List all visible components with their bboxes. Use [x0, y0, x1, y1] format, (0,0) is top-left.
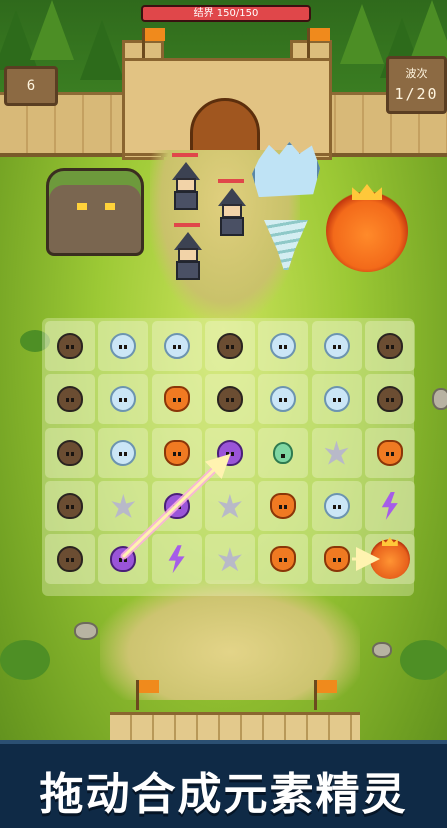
- game-scene: 结界 150/150 6 波次 1/20 拖动合成元素精灵: [0, 0, 447, 828]
- promo-banner: 拖动合成元素精灵: [0, 740, 447, 828]
- banner-title: 拖动合成元素精灵: [39, 769, 408, 820]
- drag-hint-arrow: [120, 453, 380, 571]
- flag-icon: [136, 680, 159, 710]
- bottom-wall: [110, 712, 360, 743]
- flag-icon: [314, 680, 337, 710]
